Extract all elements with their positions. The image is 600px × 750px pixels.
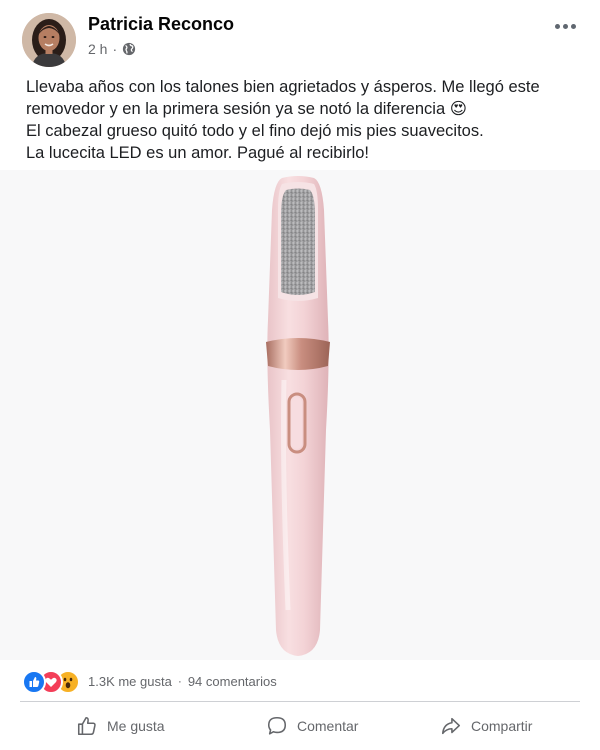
post-text-line: Llevaba años con los talones bien agriet…	[26, 78, 540, 96]
post-text: Llevaba años con los talones bien agriet…	[26, 76, 582, 164]
more-options-icon[interactable]	[550, 14, 580, 38]
like-button-label: Me gusta	[107, 718, 165, 734]
post-photo[interactable]	[0, 170, 600, 660]
share-button[interactable]: Compartir	[440, 704, 532, 748]
divider	[20, 701, 580, 702]
post-meta: 2 h ·	[88, 41, 136, 57]
reactions-summary: 1.3K me gusta · 94 comentarios	[22, 668, 582, 694]
avatar-portrait	[22, 13, 76, 67]
post-actions: Me gusta Comentar Compartir	[0, 704, 600, 748]
post-header: Patricia Reconco 2 h ·	[0, 0, 600, 70]
reaction-stats: 1.3K me gusta · 94 comentarios	[88, 674, 277, 689]
more-dot	[570, 23, 576, 29]
post-text-line: El cabezal grueso quitó todo y el fino d…	[26, 122, 484, 140]
share-icon	[441, 717, 461, 735]
share-button-label: Compartir	[471, 718, 533, 734]
meta-separator: ·	[112, 41, 118, 57]
stats-separator: ·	[177, 674, 182, 688]
comment-button-label: Comentar	[297, 718, 359, 734]
comment-icon	[267, 716, 287, 735]
post-text-line: removedor y en la primera sesión ya se n…	[26, 100, 467, 118]
globe-icon[interactable]	[122, 42, 136, 56]
like-count[interactable]: 1.3K me gusta	[88, 674, 172, 689]
author-avatar[interactable]	[22, 13, 76, 67]
more-dot	[554, 23, 560, 29]
post-text-line: La lucecita LED es un amor. Pagué al rec…	[26, 144, 370, 162]
like-reaction-icon	[22, 670, 46, 694]
more-dot	[562, 23, 568, 29]
reaction-icons[interactable]	[22, 670, 82, 694]
like-button[interactable]: Me gusta	[76, 704, 165, 748]
comment-count[interactable]: 94 comentarios	[188, 674, 277, 689]
foot-file-product-image	[266, 176, 330, 656]
thumbs-up-icon	[77, 716, 96, 736]
post-time[interactable]: 2 h	[88, 41, 107, 57]
comment-button[interactable]: Comentar	[266, 704, 358, 748]
facebook-post: Patricia Reconco 2 h · Llevaba años con …	[0, 0, 600, 750]
author-name[interactable]: Patricia Reconco	[88, 14, 234, 35]
